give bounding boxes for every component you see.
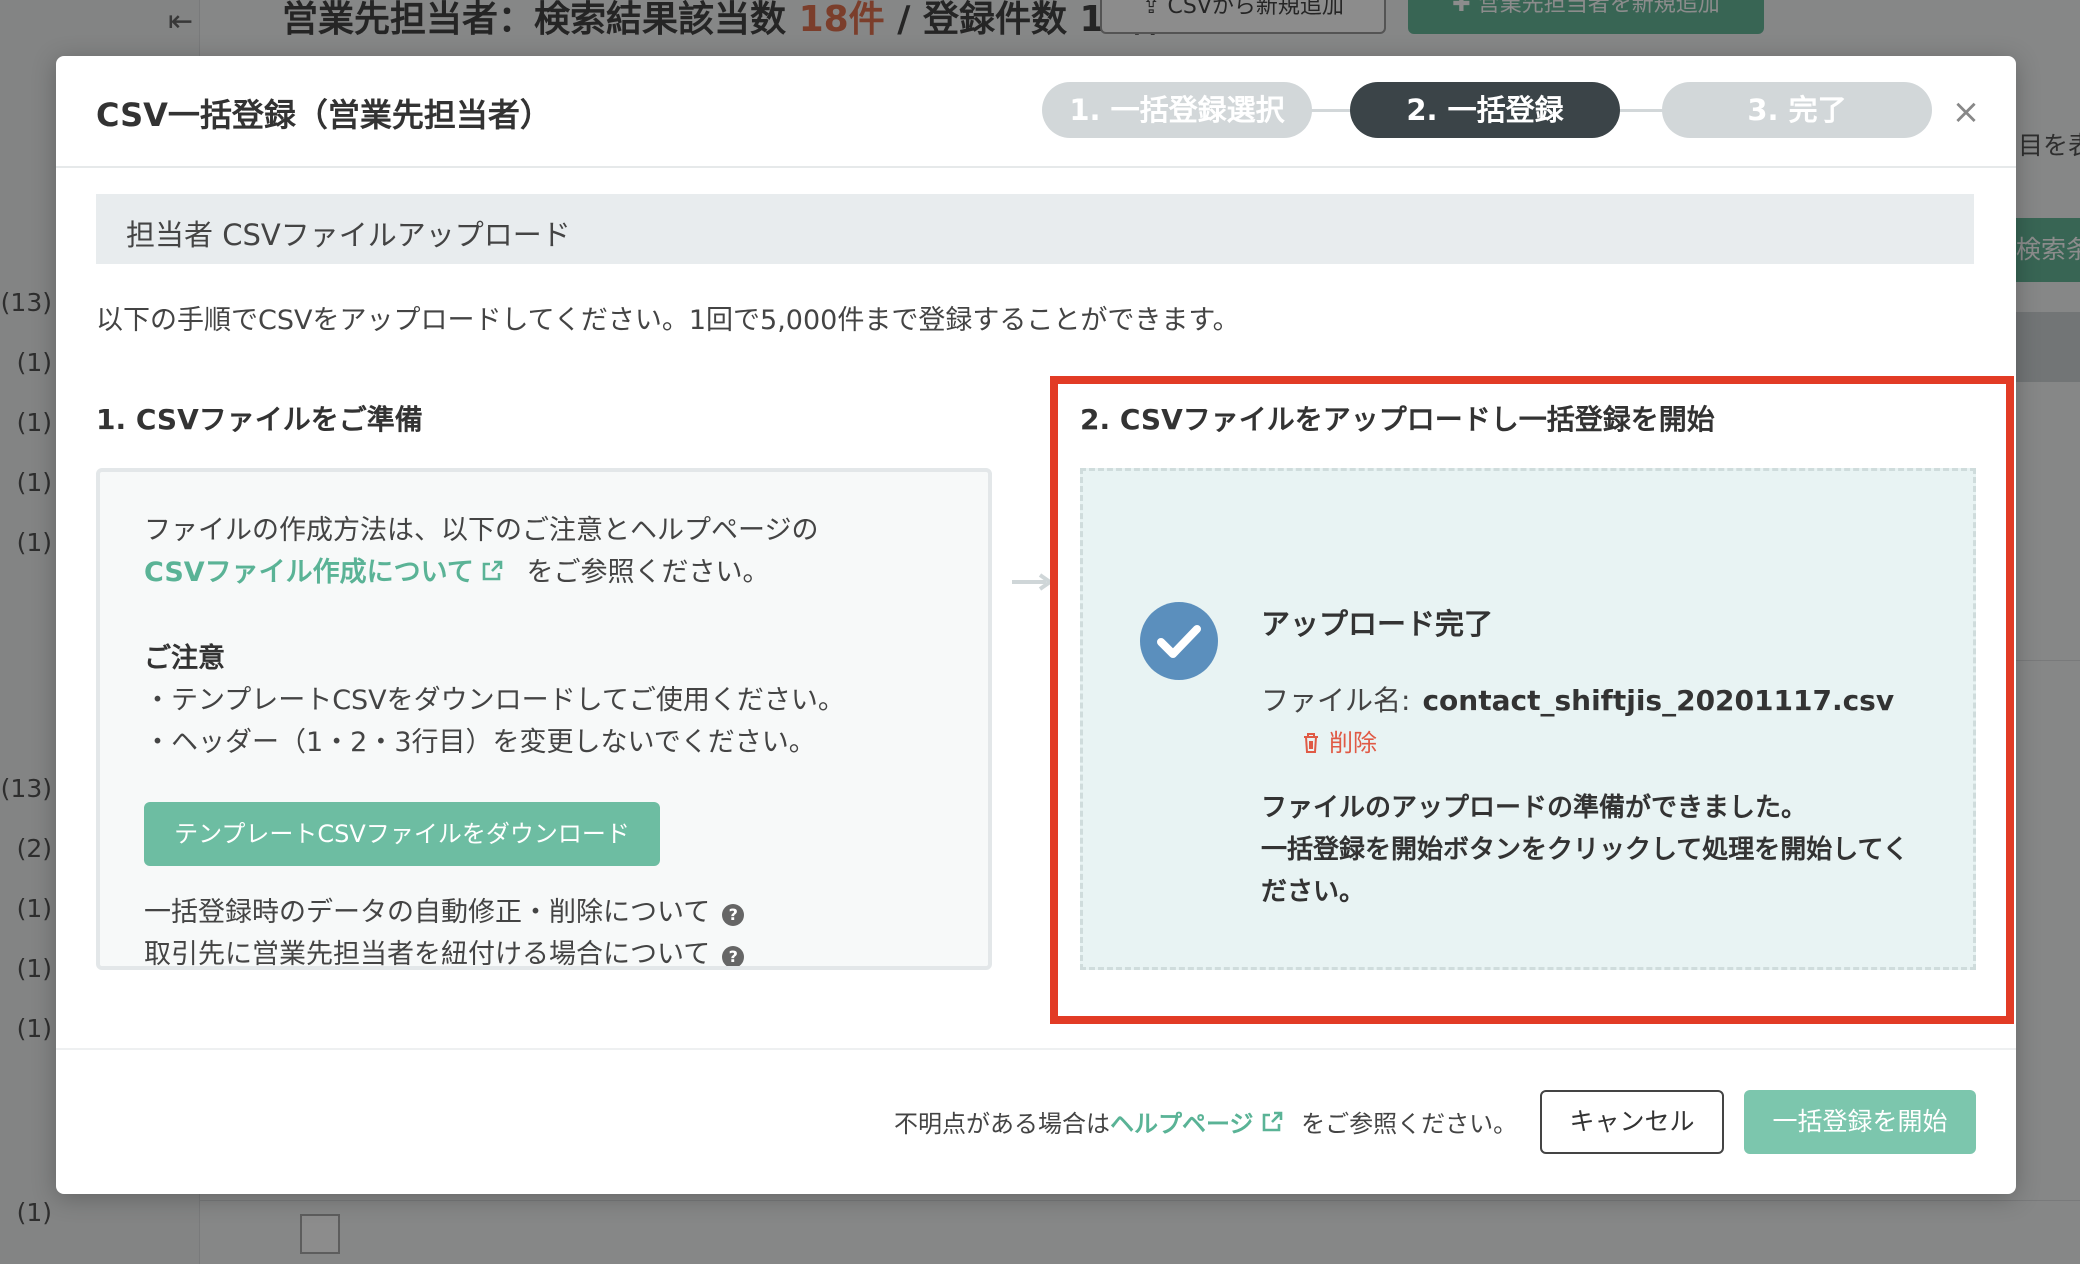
intro-text: 以下の手順でCSVをアップロードしてください。1回で5,000件まで登録すること…: [96, 305, 1240, 336]
caution-title: ご注意: [144, 643, 225, 674]
stepper: 1. 一括登録選択 2. 一括登録 3. 完了: [1042, 82, 1988, 138]
external-link-icon: [1262, 1111, 1282, 1132]
step-connector: [1614, 109, 1664, 112]
footer-help-note: 不明点がある場合はヘルプページ をご参照ください。: [894, 1104, 1517, 1139]
help-icon[interactable]: ?: [722, 946, 745, 966]
modal-title: CSV一括登録（営業先担当者）: [96, 96, 552, 134]
modal-header: CSV一括登録（営業先担当者） 1. 一括登録選択 2. 一括登録 3. 完了 …: [56, 56, 2016, 168]
prepare-line-2-suffix: をご参照ください。: [526, 557, 770, 588]
close-icon[interactable]: ×: [1946, 92, 1986, 132]
step-complete: 3. 完了: [1662, 82, 1932, 138]
caution-item: ・ヘッダー（1・2・3行目）を変更しないでください。: [144, 727, 816, 758]
highlight-frame: [1050, 376, 2014, 1024]
footer-help-link[interactable]: ヘルプページ: [1110, 1110, 1254, 1138]
prepare-line-1: ファイルの作成方法は、以下のご注意とヘルプページの: [144, 515, 819, 546]
prepare-box: ファイルの作成方法は、以下のご注意とヘルプページの CSVファイル作成について …: [96, 468, 992, 970]
info-link-account[interactable]: 取引先に営業先担当者を紐付ける場合について?: [144, 932, 745, 970]
external-link-icon: [482, 560, 503, 581]
start-import-button[interactable]: 一括登録を開始: [1744, 1090, 1976, 1154]
prepare-heading: 1. CSVファイルをご準備: [96, 403, 423, 436]
download-template-button[interactable]: テンプレートCSVファイルをダウンロード: [144, 802, 660, 866]
step-select: 1. 一括登録選択: [1042, 82, 1312, 138]
cancel-button[interactable]: キャンセル: [1540, 1090, 1724, 1154]
prepare-line-2: CSVファイル作成について をご参照ください。: [144, 550, 769, 589]
footer-note-suffix: をご参照ください。: [1301, 1110, 1518, 1138]
footer-note-prefix: 不明点がある場合は: [894, 1110, 1110, 1138]
step-register: 2. 一括登録: [1350, 82, 1620, 138]
footer-divider: [56, 1048, 2016, 1050]
help-icon[interactable]: ?: [722, 904, 745, 926]
info-link-auto-fix[interactable]: 一括登録時のデータの自動修正・削除について?: [144, 890, 745, 929]
info-auto-fix-label: 一括登録時のデータの自動修正・削除について: [144, 897, 711, 928]
info-account-label: 取引先に営業先担当者を紐付ける場合について: [144, 939, 711, 970]
section-title: 担当者 CSVファイルアップロード: [126, 218, 571, 252]
section-title-bar: 担当者 CSVファイルアップロード: [96, 194, 1974, 264]
caution-item: ・テンプレートCSVをダウンロードしてご使用ください。: [144, 685, 845, 716]
csv-help-link[interactable]: CSVファイル作成について: [144, 557, 474, 588]
